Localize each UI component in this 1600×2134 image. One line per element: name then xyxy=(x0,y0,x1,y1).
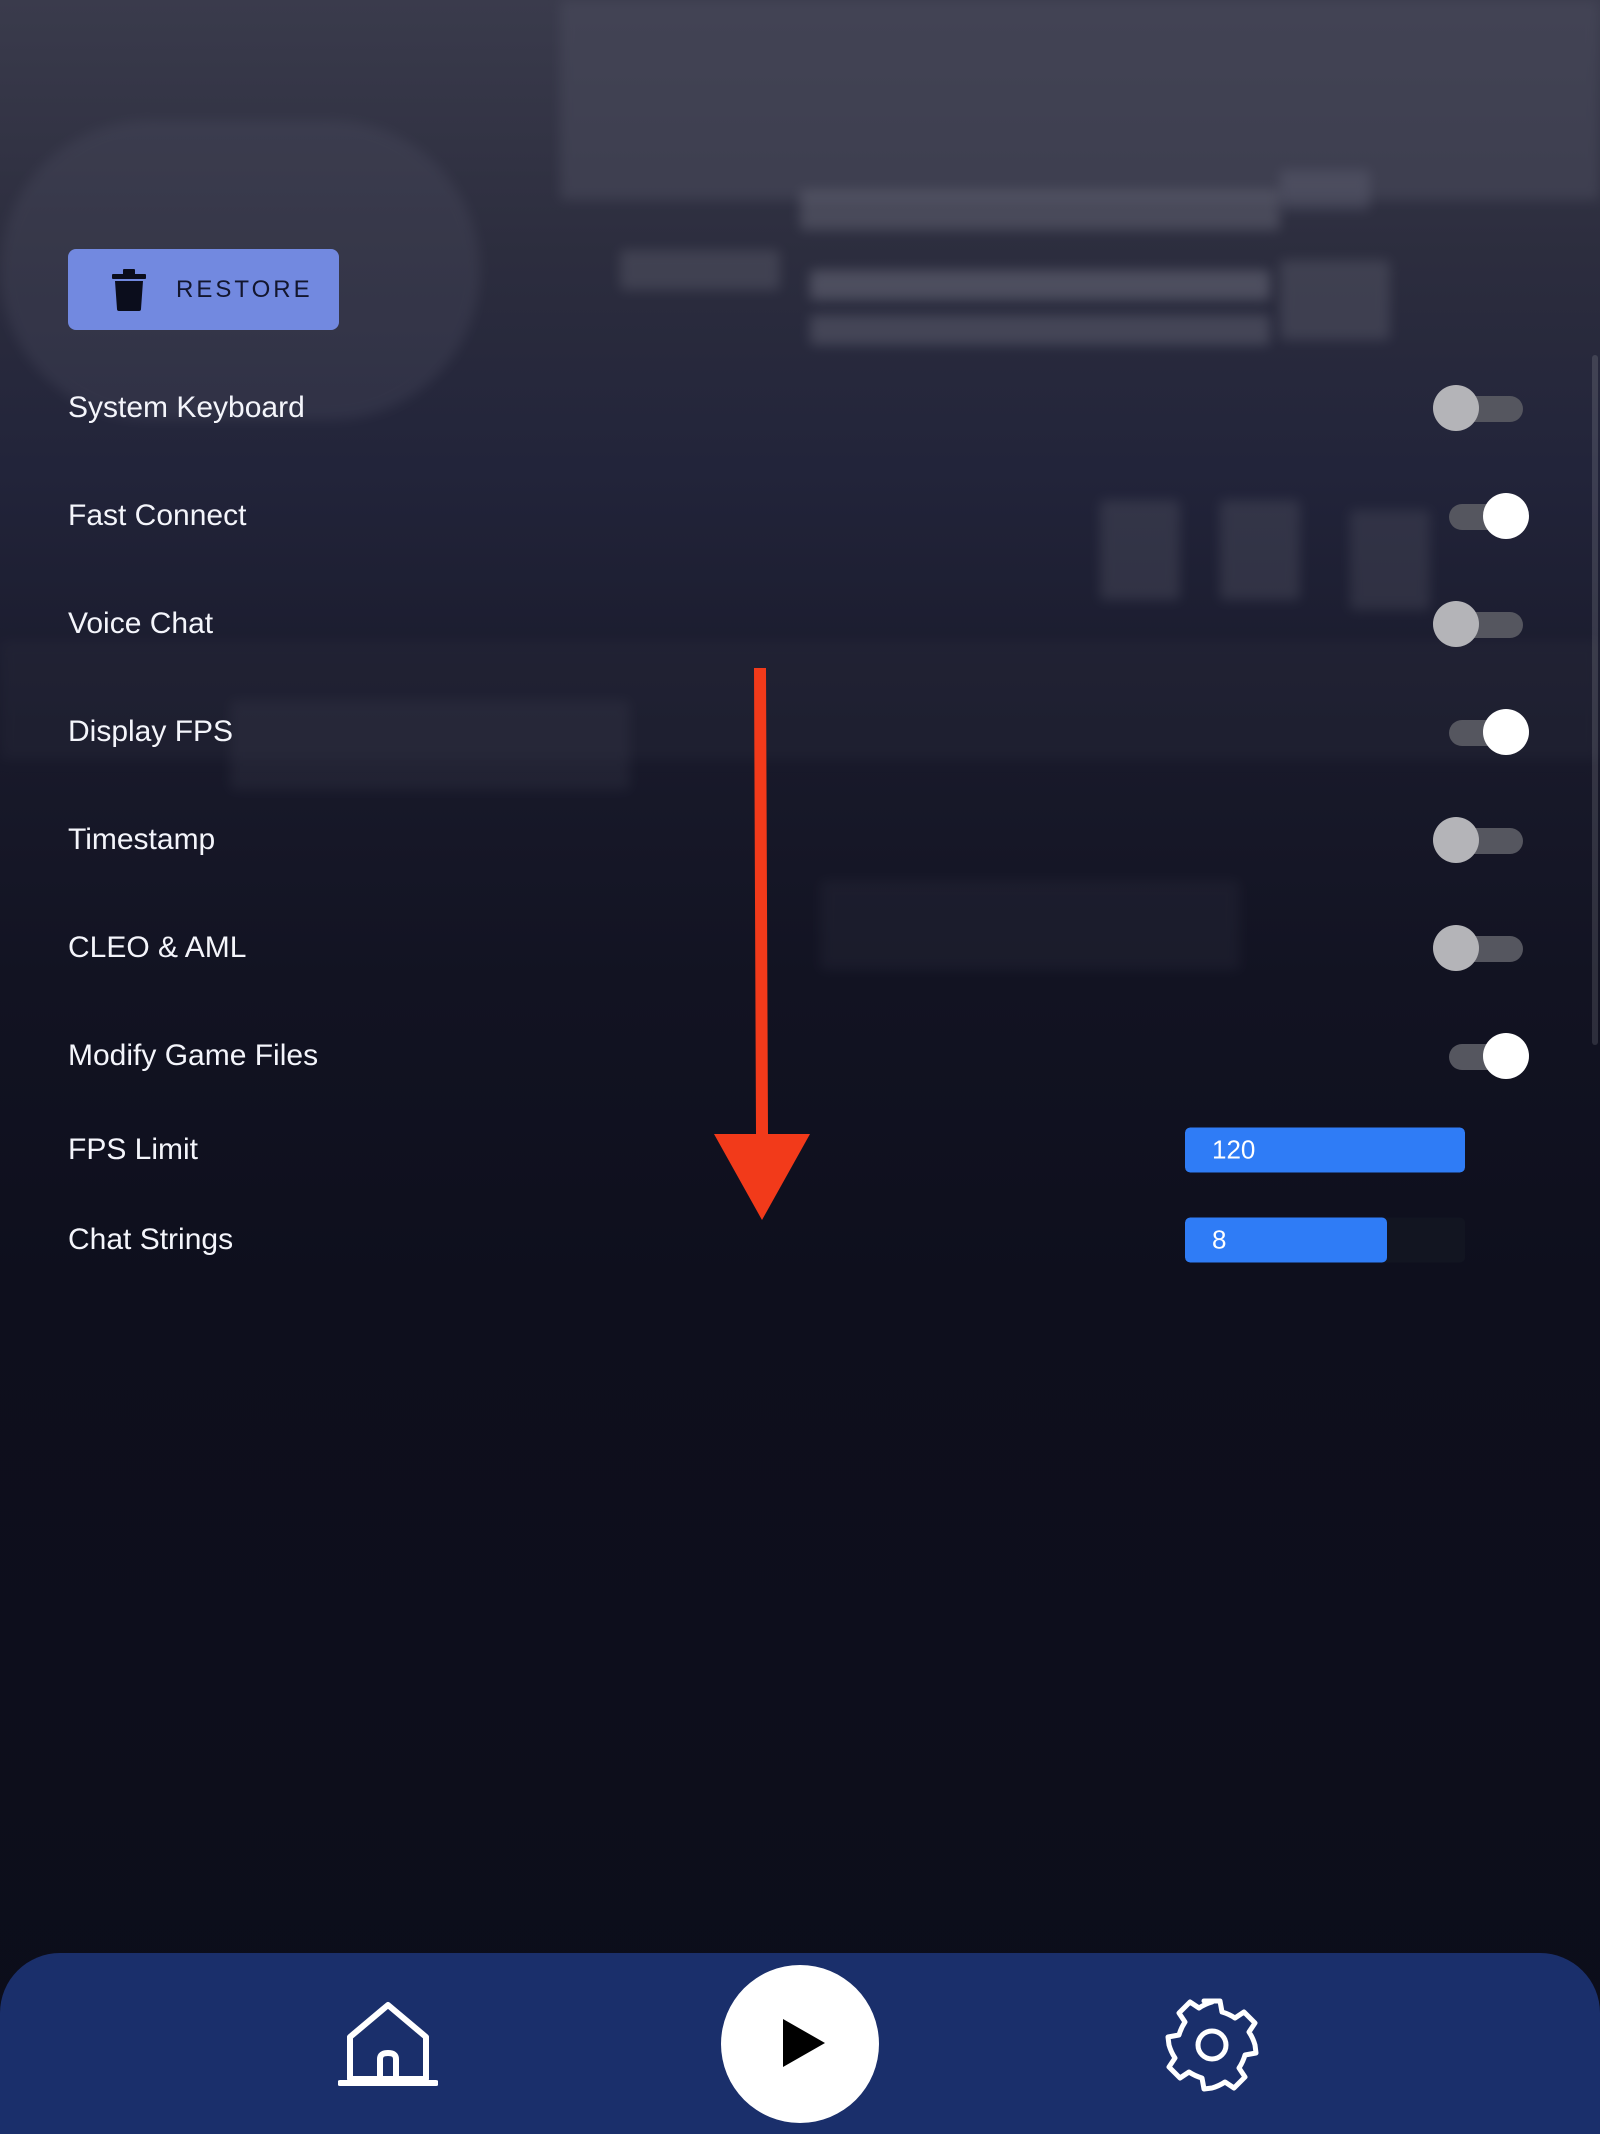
down-arrow-icon xyxy=(714,668,810,1220)
setting-label-fps-limit: FPS Limit xyxy=(68,1133,199,1166)
toggle-knob xyxy=(1433,925,1479,971)
toggle-knob xyxy=(1483,709,1529,755)
setting-row-system-keyboard: System Keyboard xyxy=(68,378,1528,438)
chat-strings-slider[interactable]: 8 xyxy=(1185,1217,1465,1263)
fps-limit-value: 120 xyxy=(1212,1133,1256,1164)
toggle-modify-game-files[interactable] xyxy=(1433,1031,1529,1081)
toggle-knob xyxy=(1433,817,1479,863)
toggle-knob xyxy=(1433,601,1479,647)
toggle-display-fps[interactable] xyxy=(1433,707,1529,757)
settings-button[interactable] xyxy=(1164,1997,1260,2093)
setting-label-timestamp: Timestamp xyxy=(68,823,216,856)
trash-icon xyxy=(112,268,146,311)
setting-label-system-keyboard: System Keyboard xyxy=(68,391,305,424)
toggle-knob xyxy=(1433,385,1479,431)
restore-button-label: RESTORE xyxy=(176,275,313,303)
setting-row-fast-connect: Fast Connect xyxy=(68,486,1529,546)
toggle-cleo-aml[interactable] xyxy=(1433,923,1529,973)
chat-strings-value: 8 xyxy=(1212,1223,1227,1254)
setting-label-fast-connect: Fast Connect xyxy=(68,499,247,532)
home-icon xyxy=(337,2002,439,2086)
setting-label-cleo-aml: CLEO & AML xyxy=(68,931,247,964)
toggle-fast-connect[interactable] xyxy=(1433,491,1529,541)
setting-label-display-fps: Display FPS xyxy=(68,715,234,748)
restore-button[interactable]: RESTORE xyxy=(68,249,339,330)
setting-label-modify-game-files: Modify Game Files xyxy=(68,1039,319,1072)
play-icon xyxy=(783,2019,825,2067)
scrollbar[interactable] xyxy=(1592,355,1598,1045)
toggle-knob xyxy=(1483,493,1529,539)
setting-row-voice-chat: Voice Chat xyxy=(68,594,1528,654)
fps-limit-slider[interactable]: 120 xyxy=(1185,1127,1465,1173)
setting-label-chat-strings: Chat Strings xyxy=(68,1223,234,1256)
home-button[interactable] xyxy=(337,1997,439,2087)
toggle-knob xyxy=(1483,1033,1529,1079)
gear-icon xyxy=(1165,1998,1259,2092)
bottom-nav xyxy=(0,1953,1600,2134)
play-button[interactable] xyxy=(721,1965,879,2123)
toggle-system-keyboard[interactable] xyxy=(1433,383,1529,433)
setting-label-voice-chat: Voice Chat xyxy=(68,607,214,640)
toggle-timestamp[interactable] xyxy=(1433,815,1529,865)
toggle-voice-chat[interactable] xyxy=(1433,599,1529,649)
